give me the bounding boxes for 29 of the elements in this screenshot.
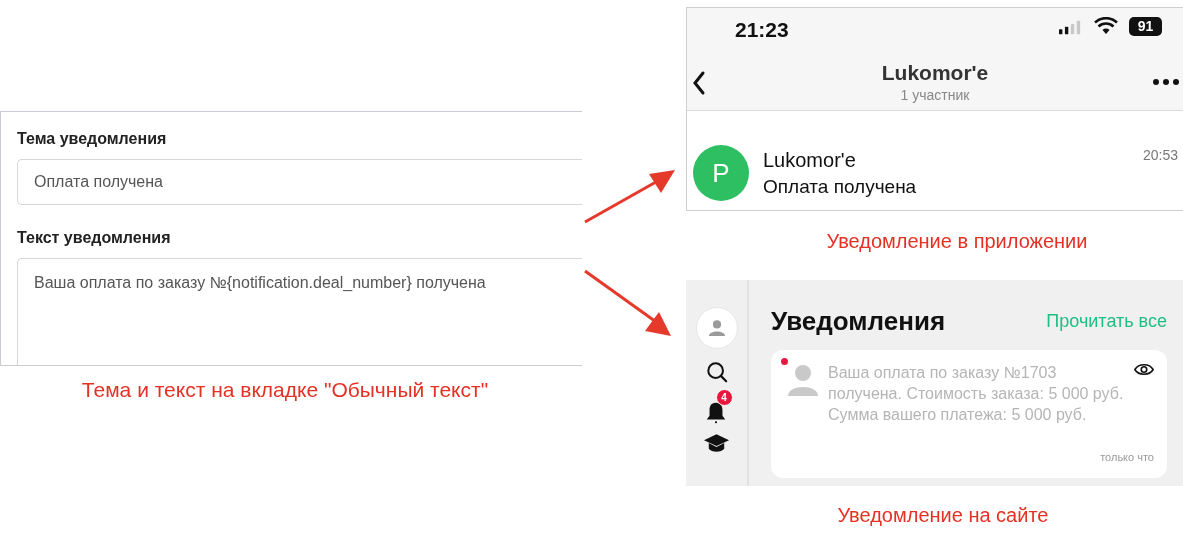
caption: Уведомление в приложении (825, 229, 1089, 254)
more-icon[interactable] (1153, 79, 1179, 85)
eye-icon[interactable] (1134, 363, 1154, 376)
timestamp: только что (1100, 449, 1154, 465)
notification-text: Ваша оплата по заказу №1703 получена. Стоимость заказа: 5 000 руб. Сумма вашего платежа: 5 000 руб. (828, 363, 1125, 425)
user-icon (707, 319, 726, 337)
graduation-cap-icon[interactable] (703, 433, 730, 455)
text-area[interactable]: Ваша оплата по заказу №{notification.deal_number} получена (17, 258, 582, 365)
avatar: P (693, 145, 749, 201)
back-icon[interactable] (692, 70, 706, 96)
profile-button[interactable] (695, 307, 738, 349)
field-label: Тема уведомления (17, 129, 168, 149)
user-icon (788, 364, 818, 396)
input-field[interactable]: Оплата получена (17, 159, 582, 205)
field-label: Текст уведомления (17, 228, 172, 248)
battery-icon: 91 (1129, 17, 1162, 36)
wifi-icon (1094, 17, 1118, 35)
page-title: Уведомления (771, 306, 946, 336)
badge: 4 (715, 389, 733, 406)
caption: Тема и текст на вкладке "Обычный текст" (80, 377, 490, 403)
message-time: 20:53 (1143, 146, 1179, 165)
clock: 21:23 (735, 17, 789, 43)
chat-subtitle: 1 участник (900, 86, 970, 104)
search-icon[interactable] (705, 361, 728, 383)
signal-icon (1059, 20, 1081, 35)
chat-title: Lukomor'e (881, 60, 989, 86)
caption: Уведомление на сайте (836, 503, 1050, 528)
sender-name: Lukomor'e (763, 148, 857, 173)
message-preview: Оплата получена (763, 175, 917, 199)
